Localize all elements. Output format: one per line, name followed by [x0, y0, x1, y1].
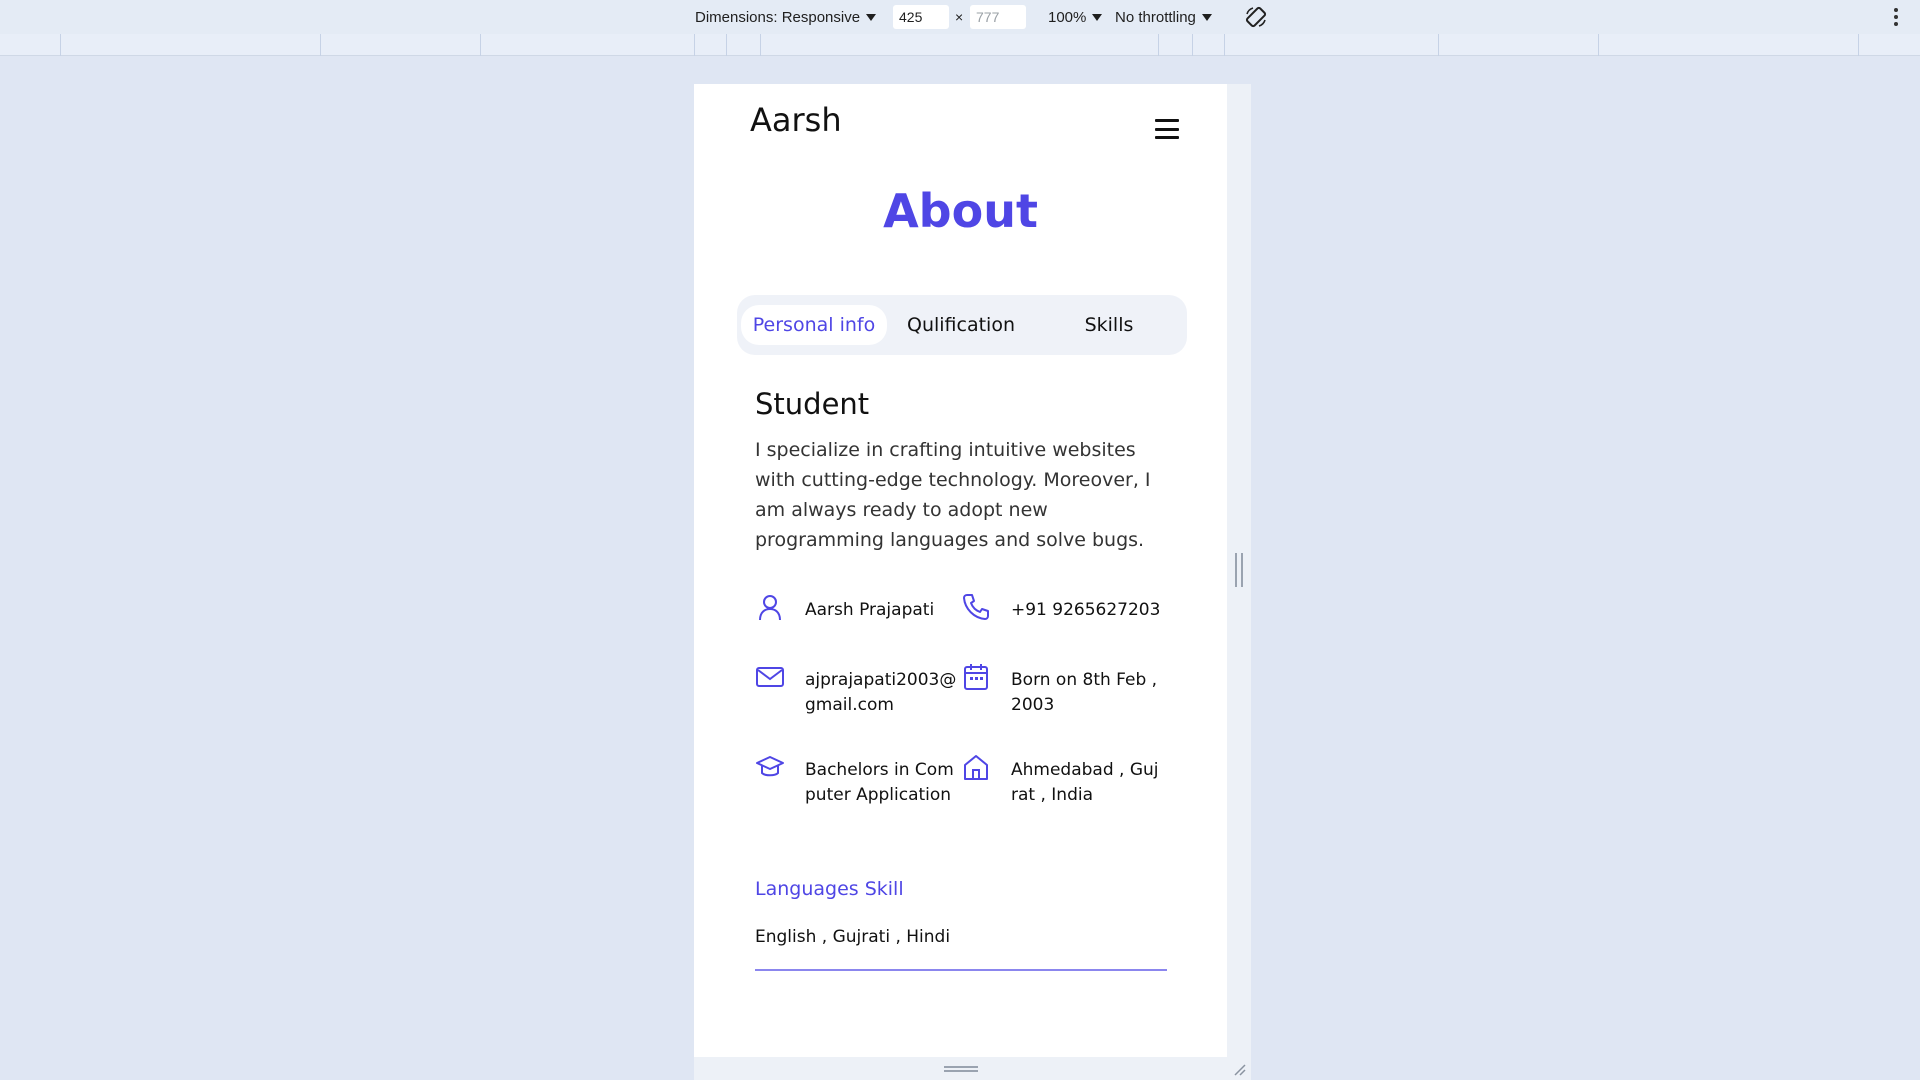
chevron-down-icon	[1092, 13, 1103, 21]
dimensions-separator: ×	[955, 9, 964, 25]
site-logo[interactable]: Aarsh	[750, 101, 842, 139]
width-input[interactable]: 425	[893, 5, 949, 29]
languages-title: Languages Skill	[755, 878, 904, 900]
zoom-dropdown[interactable]: 100%	[1048, 0, 1103, 34]
device-viewport: Aarsh About Personal info Qulification S…	[694, 84, 1227, 1057]
info-text: Aarsh Prajapati	[805, 600, 935, 620]
role-heading: Student	[755, 387, 870, 421]
info-text: +91 9265627203	[1011, 600, 1161, 620]
media-query-bar	[0, 34, 1920, 56]
info-text: Born on 8th Feb , 2003	[1011, 670, 1158, 715]
phone-icon	[961, 592, 991, 622]
info-text: Bachelors in Computer Application	[805, 760, 954, 805]
tab-skills[interactable]: Skills	[1035, 305, 1183, 345]
zoom-label: 100%	[1048, 8, 1087, 26]
mail-icon	[755, 662, 785, 692]
devtools-toolbar: Dimensions: Responsive 425 × 777 100% No…	[0, 0, 1920, 34]
tab-personal-info[interactable]: Personal info	[741, 305, 887, 345]
throttling-label: No throttling	[1115, 8, 1196, 26]
chevron-down-icon	[1201, 13, 1212, 21]
languages-underline	[755, 969, 1167, 971]
user-icon	[755, 592, 785, 622]
resize-handle-bottom[interactable]	[944, 1066, 978, 1072]
home-icon	[961, 752, 991, 782]
languages-value: English , Gujrati , Hindi	[755, 927, 951, 947]
resize-handle-right[interactable]	[1235, 553, 1243, 587]
about-description: I specialize in crafting intuitive websi…	[755, 439, 1151, 551]
about-tabs: Personal info Qulification Skills	[737, 295, 1187, 355]
kebab-menu-icon[interactable]	[1894, 8, 1898, 26]
hamburger-menu-icon[interactable]	[1155, 119, 1179, 139]
page-title: About	[883, 184, 1038, 238]
rotate-button[interactable]	[1244, 0, 1268, 34]
info-text: Ahmedabad , Gujrat , India	[1011, 760, 1159, 805]
graduation-cap-icon	[755, 752, 785, 782]
chevron-down-icon	[866, 13, 877, 21]
resize-corner-icon[interactable]	[1232, 1062, 1246, 1076]
height-input[interactable]: 777	[970, 5, 1026, 29]
info-text: ajprajapati2003@gmail.com	[805, 670, 957, 715]
tab-qualification[interactable]: Qulification	[887, 305, 1035, 345]
dimensions-dropdown[interactable]: Dimensions: Responsive	[695, 0, 877, 34]
calendar-icon	[961, 662, 991, 692]
throttling-dropdown[interactable]: No throttling	[1115, 0, 1212, 34]
dimensions-label: Dimensions: Responsive	[695, 8, 861, 26]
rotate-icon	[1245, 6, 1267, 28]
